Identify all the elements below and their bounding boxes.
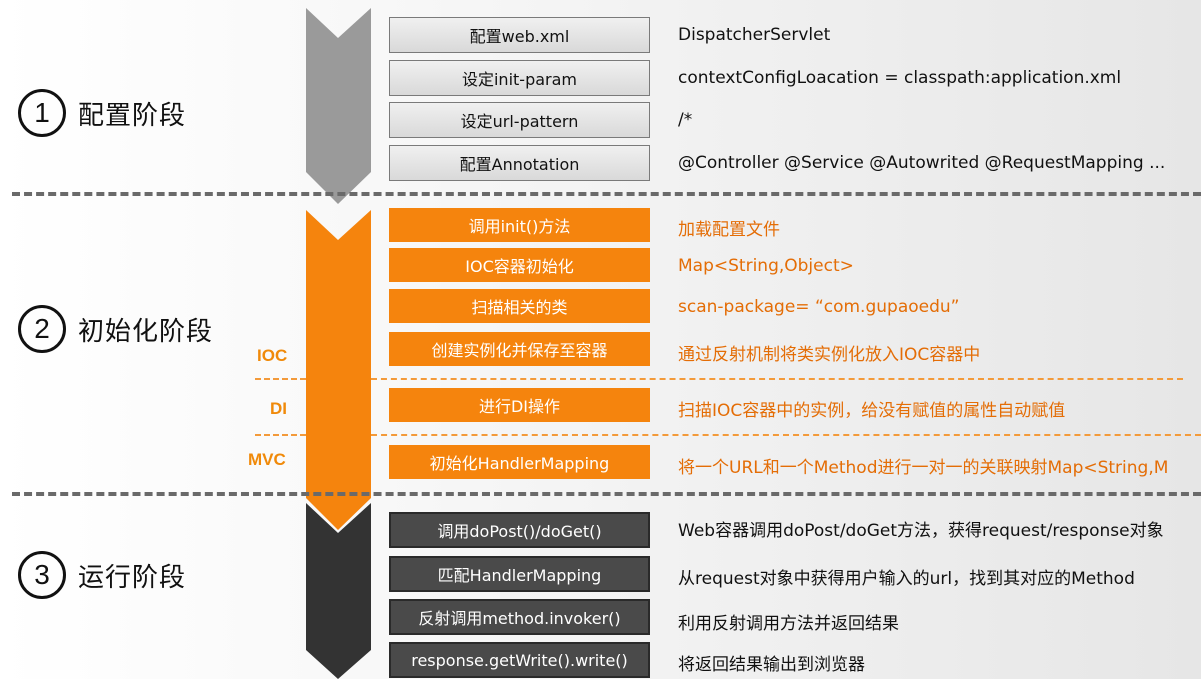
config-step-box: 配置web.xml xyxy=(389,17,650,53)
ioc-tag: IOC xyxy=(257,346,288,365)
mvc-tag: MVC xyxy=(248,450,286,469)
ioc-di-separator-right xyxy=(371,378,1183,380)
init-step-box: 创建实例化并保存至容器 xyxy=(389,332,650,366)
init-step-desc: Map<String,Object> xyxy=(678,256,854,276)
init-step-desc: 扫描IOC容器中的实例，给没有赋值的属性自动赋值 xyxy=(678,401,1066,421)
config-step-box: 设定url-pattern xyxy=(389,102,650,138)
stage-init: 2 初始化阶段 xyxy=(18,304,213,354)
run-step-box: 匹配HandlerMapping xyxy=(389,556,650,592)
run-step-box: 调用doPost()/doGet() xyxy=(389,512,650,548)
stage-label: 配置阶段 xyxy=(78,100,187,131)
stage-separator-1 xyxy=(12,192,1201,196)
stage-number: 1 xyxy=(18,89,66,137)
stage-number: 2 xyxy=(18,305,66,353)
config-step-desc: /* xyxy=(678,110,693,130)
stage-separator-2 xyxy=(12,492,1201,496)
run-step-desc: Web容器调用doPost/doGet方法，获得request/response… xyxy=(678,521,1164,541)
config-step-desc: contextConfigLoacation = classpath:appli… xyxy=(678,68,1122,88)
ioc-di-separator-left xyxy=(255,378,306,380)
run-step-desc: 将返回结果输出到浏览器 xyxy=(678,655,865,675)
init-step-desc: 通过反射机制将类实例化放入IOC容器中 xyxy=(678,345,981,365)
config-stage-arrow xyxy=(306,8,371,204)
stage-label: 初始化阶段 xyxy=(78,316,214,347)
run-step-desc: 从request对象中获得用户输入的url，找到其对应的Method xyxy=(678,569,1135,589)
run-step-box: response.getWrite().write() xyxy=(389,642,650,678)
config-step-box: 设定init-param xyxy=(389,60,650,96)
init-step-desc: scan-package= “com.gupaoedu” xyxy=(678,297,960,317)
di-mvc-separator-left xyxy=(255,434,306,436)
init-step-box: 初始化HandlerMapping xyxy=(389,445,650,479)
init-step-desc: 将一个URL和一个Method进行一对一的关联映射Map<String,M xyxy=(678,458,1169,478)
init-stage-arrow xyxy=(306,210,371,530)
stage-number: 3 xyxy=(18,551,66,599)
stage-label: 运行阶段 xyxy=(78,562,187,593)
init-step-desc: 加载配置文件 xyxy=(678,220,780,240)
init-step-box: 扫描相关的类 xyxy=(389,289,650,323)
config-step-box: 配置Annotation xyxy=(389,145,650,181)
run-step-desc: 利用反射调用方法并返回结果 xyxy=(678,614,899,634)
di-tag: DI xyxy=(270,399,287,418)
config-step-desc: DispatcherServlet xyxy=(678,25,831,45)
stage-run: 3 运行阶段 xyxy=(18,550,186,600)
stage-config: 1 配置阶段 xyxy=(18,88,186,138)
config-step-desc: @Controller @Service @Autowrited @Reques… xyxy=(678,153,1166,173)
init-step-box: IOC容器初始化 xyxy=(389,248,650,282)
init-step-box: 进行DI操作 xyxy=(389,388,650,422)
init-step-box: 调用init()方法 xyxy=(389,208,650,242)
run-step-box: 反射调用method.invoker() xyxy=(389,599,650,635)
di-mvc-separator-right xyxy=(371,434,1201,436)
